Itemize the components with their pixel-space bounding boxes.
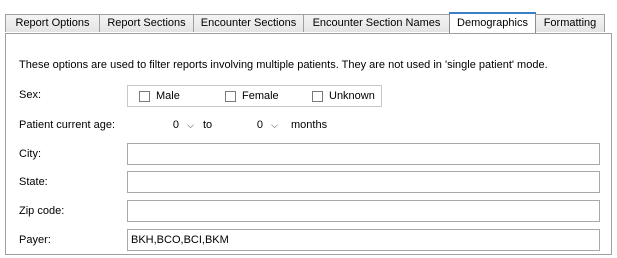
tab-encounter-section-names[interactable]: Encounter Section Names	[303, 14, 450, 32]
age-label: Patient current age:	[19, 119, 116, 131]
sex-label: Sex:	[19, 89, 42, 101]
tab-report-sections[interactable]: Report Sections	[99, 14, 194, 32]
state-label: State:	[19, 176, 48, 188]
payer-label: Payer:	[19, 234, 51, 246]
tab-formatting[interactable]: Formatting	[535, 14, 605, 32]
city-input[interactable]	[127, 143, 600, 165]
checkbox-box-icon[interactable]	[225, 90, 236, 102]
sex-female-label: Female	[242, 90, 279, 102]
age-to-label: to	[203, 119, 213, 131]
age-from-select[interactable]: 0 ⌵	[127, 116, 199, 134]
chevron-down-icon[interactable]: ⌵	[271, 116, 278, 134]
sex-unknown-checkbox[interactable]: Unknown	[312, 89, 375, 103]
city-label: City:	[19, 148, 41, 160]
age-to-value: 0	[256, 119, 263, 131]
zip-code-input[interactable]	[127, 200, 600, 222]
chevron-down-icon[interactable]: ⌵	[187, 116, 194, 134]
tab-encounter-sections[interactable]: Encounter Sections	[193, 14, 304, 32]
sex-female-checkbox[interactable]: Female	[225, 89, 279, 103]
age-to-select[interactable]: 0 ⌵	[212, 116, 283, 134]
age-unit-label: months	[291, 119, 328, 131]
payer-input[interactable]: BKH,BCO,BCI,BKM	[127, 229, 600, 251]
tab-report-options[interactable]: Report Options	[5, 14, 100, 32]
checkbox-box-icon[interactable]	[139, 90, 150, 102]
info-text: These options are used to filter reports…	[19, 59, 548, 71]
zip-code-label: Zip code:	[19, 205, 65, 217]
checkbox-box-icon[interactable]	[312, 90, 323, 102]
tab-bar: Report Options Report Sections Encounter…	[0, 12, 617, 34]
age-from-value: 0	[172, 119, 179, 131]
sex-male-checkbox[interactable]: Male	[139, 89, 180, 103]
tab-demographics[interactable]: Demographics	[449, 12, 536, 33]
sex-unknown-label: Unknown	[329, 90, 375, 102]
state-input[interactable]	[127, 171, 600, 193]
sex-male-label: Male	[156, 90, 180, 102]
